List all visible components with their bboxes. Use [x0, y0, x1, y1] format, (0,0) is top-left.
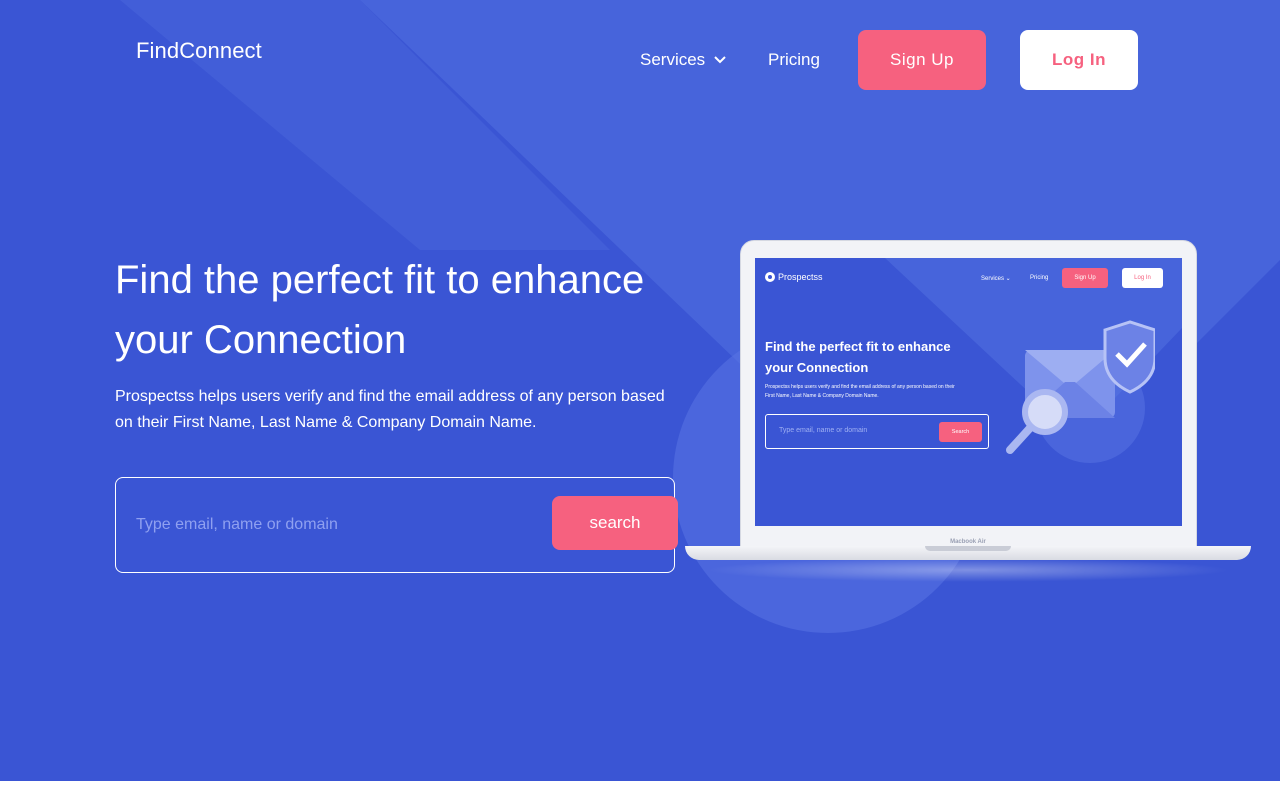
- mockup-search-button: Search: [939, 422, 982, 442]
- laptop-mockup: Prospectss Services ⌄ Pricing Sign Up Lo…: [685, 240, 1251, 590]
- mockup-search-form: Type email, name or domain Search: [765, 414, 989, 449]
- laptop-shadow: [705, 558, 1231, 582]
- search-button[interactable]: search: [552, 496, 678, 550]
- laptop-notch: [925, 546, 1011, 551]
- laptop-model-label: Macbook Air: [950, 539, 986, 545]
- nav-pricing-link[interactable]: Pricing: [768, 50, 820, 70]
- hero-subtext: Prospectss helps users verify and find t…: [115, 388, 665, 431]
- mockup-signup-button: Sign Up: [1062, 268, 1108, 288]
- login-button[interactable]: Log In: [1020, 30, 1138, 90]
- mockup-nav-services-label: Services: [981, 276, 1005, 282]
- mockup-logo: Prospectss: [765, 272, 823, 282]
- laptop-screen: Prospectss Services ⌄ Pricing Sign Up Lo…: [755, 258, 1182, 526]
- mockup-nav-pricing: Pricing: [1030, 275, 1049, 281]
- mockup-logo-icon: [765, 272, 775, 282]
- laptop-lid: Prospectss Services ⌄ Pricing Sign Up Lo…: [740, 240, 1197, 550]
- nav-services-label: Services: [640, 50, 706, 69]
- mockup-headline: Find the perfect fit to enhance your Con…: [765, 339, 951, 375]
- mockup-login-button: Log In: [1122, 268, 1163, 288]
- hero-headline: Find the perfect fit to enhance your Con…: [115, 258, 645, 362]
- mockup-logo-text: Prospectss: [778, 272, 823, 282]
- mockup-nav-services: Services ⌄: [981, 276, 1011, 282]
- hero-section: FindConnect Services Pricing Sign Up Log…: [0, 0, 1280, 781]
- nav-services-dropdown[interactable]: Services: [640, 50, 727, 70]
- envelope-search-shield-icon: [1006, 320, 1155, 454]
- signup-button[interactable]: Sign Up: [858, 30, 986, 90]
- chevron-down-icon: [714, 56, 726, 64]
- mockup-search-placeholder: Type email, name or domain: [779, 427, 868, 434]
- search-input[interactable]: [136, 510, 536, 540]
- mockup-subtext: Prospectss helps users verify and find t…: [765, 384, 955, 399]
- top-nav: Services Pricing Sign Up Log In: [0, 30, 1280, 90]
- search-form: search: [115, 477, 678, 573]
